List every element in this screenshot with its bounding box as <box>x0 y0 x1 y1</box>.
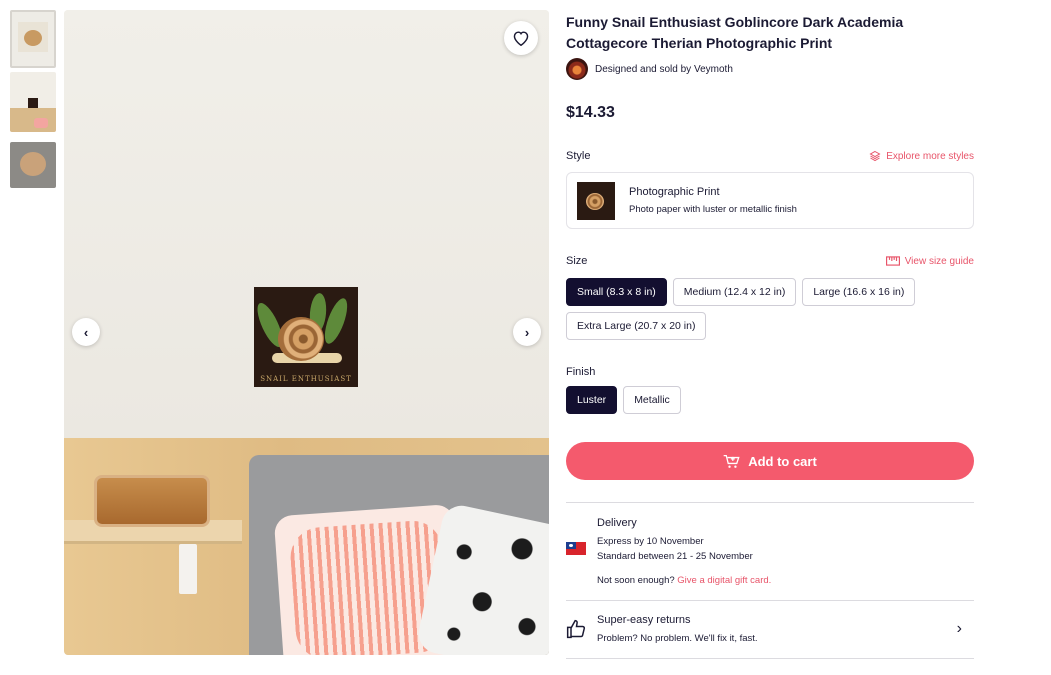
seller-link[interactable]: Veymoth <box>694 64 733 75</box>
size-option-small[interactable]: Small (8.3 x 8 in) <box>566 278 667 306</box>
size-label: Size <box>566 255 588 267</box>
size-option-medium[interactable]: Medium (12.4 x 12 in) <box>672 278 797 306</box>
delivery-standard: Standard between 21 - 25 November <box>597 551 753 562</box>
explore-styles-label: Explore more styles <box>886 150 974 162</box>
product-title: Funny Snail Enthusiast Goblincore Dark A… <box>566 14 904 51</box>
chevron-left-icon: ‹ <box>83 324 89 340</box>
framed-print: SNAIL ENTHUSIAST <box>252 287 358 387</box>
add-to-cart-button[interactable]: Add to cart <box>566 442 974 480</box>
size-option-large[interactable]: Large (16.6 x 16 in) <box>802 278 916 306</box>
style-header: Style Explore more styles <box>566 150 974 162</box>
size-option-extra-large[interactable]: Extra Large (20.7 x 20 in) <box>566 312 707 340</box>
wooden-clock <box>94 475 210 527</box>
delivery-section: Delivery Express by 10 November Standard… <box>566 502 974 600</box>
finish-option-metallic[interactable]: Metallic <box>623 386 681 414</box>
previous-image-button[interactable]: ‹ <box>72 318 100 346</box>
snail-shell <box>278 317 324 361</box>
explore-styles-link[interactable]: Explore more styles <box>869 150 974 162</box>
print-caption: SNAIL ENTHUSIAST <box>260 375 352 383</box>
divider <box>566 502 974 503</box>
product-image: SNAIL ENTHUSIAST ‹ › <box>64 10 549 655</box>
seller-avatar[interactable] <box>566 58 588 80</box>
ruler-icon <box>885 256 900 266</box>
size-header: Size View size guide <box>566 255 974 267</box>
style-thumbnail <box>577 181 615 220</box>
chevron-right-icon: › <box>524 324 530 340</box>
cart-plus-icon <box>723 454 740 468</box>
returns-heading: Super-easy returns <box>597 614 691 626</box>
layers-icon <box>869 150 881 162</box>
shelf-bracket <box>179 544 197 594</box>
not-soon-text: Not soon enough? <box>597 575 675 586</box>
returns-section[interactable]: Super-easy returns Problem? No problem. … <box>566 600 974 658</box>
style-name: Photographic Print <box>629 186 720 198</box>
add-to-cart-label: Add to cart <box>748 453 817 469</box>
seller-line: Designed and sold by Veymoth <box>566 58 974 80</box>
size-guide-link[interactable]: View size guide <box>885 255 974 267</box>
divider <box>566 600 974 601</box>
finish-label: Finish <box>566 366 596 378</box>
finish-options: Luster Metallic <box>566 386 974 414</box>
divider <box>566 658 974 659</box>
delivery-express: Express by 10 November <box>597 536 704 547</box>
price: $14.33 <box>566 104 615 121</box>
not-soon-line: Not soon enough? Give a digital gift car… <box>597 573 771 588</box>
heart-icon <box>513 31 529 46</box>
size-guide-label: View size guide <box>904 255 974 267</box>
finish-option-luster[interactable]: Luster <box>566 386 618 414</box>
seller-prefix: Designed and sold by <box>595 63 692 75</box>
chevron-right-icon[interactable]: › <box>957 620 962 638</box>
style-selector[interactable]: Photographic Print Photo paper with lust… <box>566 172 974 229</box>
gift-card-link[interactable]: Give a digital gift card. <box>677 575 771 586</box>
thumbnail-3[interactable] <box>10 142 56 188</box>
returns-text: Problem? No problem. We'll fix it, fast. <box>597 633 758 644</box>
thumbnail-list <box>10 10 56 192</box>
thumbnail-1[interactable] <box>10 10 56 68</box>
style-label: Style <box>566 150 591 162</box>
thumbnail-2[interactable] <box>10 72 56 132</box>
thumbs-up-icon <box>566 619 586 639</box>
next-image-button[interactable]: › <box>513 318 541 346</box>
product-info: Funny Snail Enthusiast Goblincore Dark A… <box>566 12 974 659</box>
flag-icon <box>566 542 586 555</box>
size-options: Small (8.3 x 8 in) Medium (12.4 x 12 in)… <box>566 278 946 340</box>
favorite-button[interactable] <box>504 21 538 55</box>
delivery-heading: Delivery <box>597 517 637 529</box>
style-description: Photo paper with luster or metallic fini… <box>629 204 797 215</box>
